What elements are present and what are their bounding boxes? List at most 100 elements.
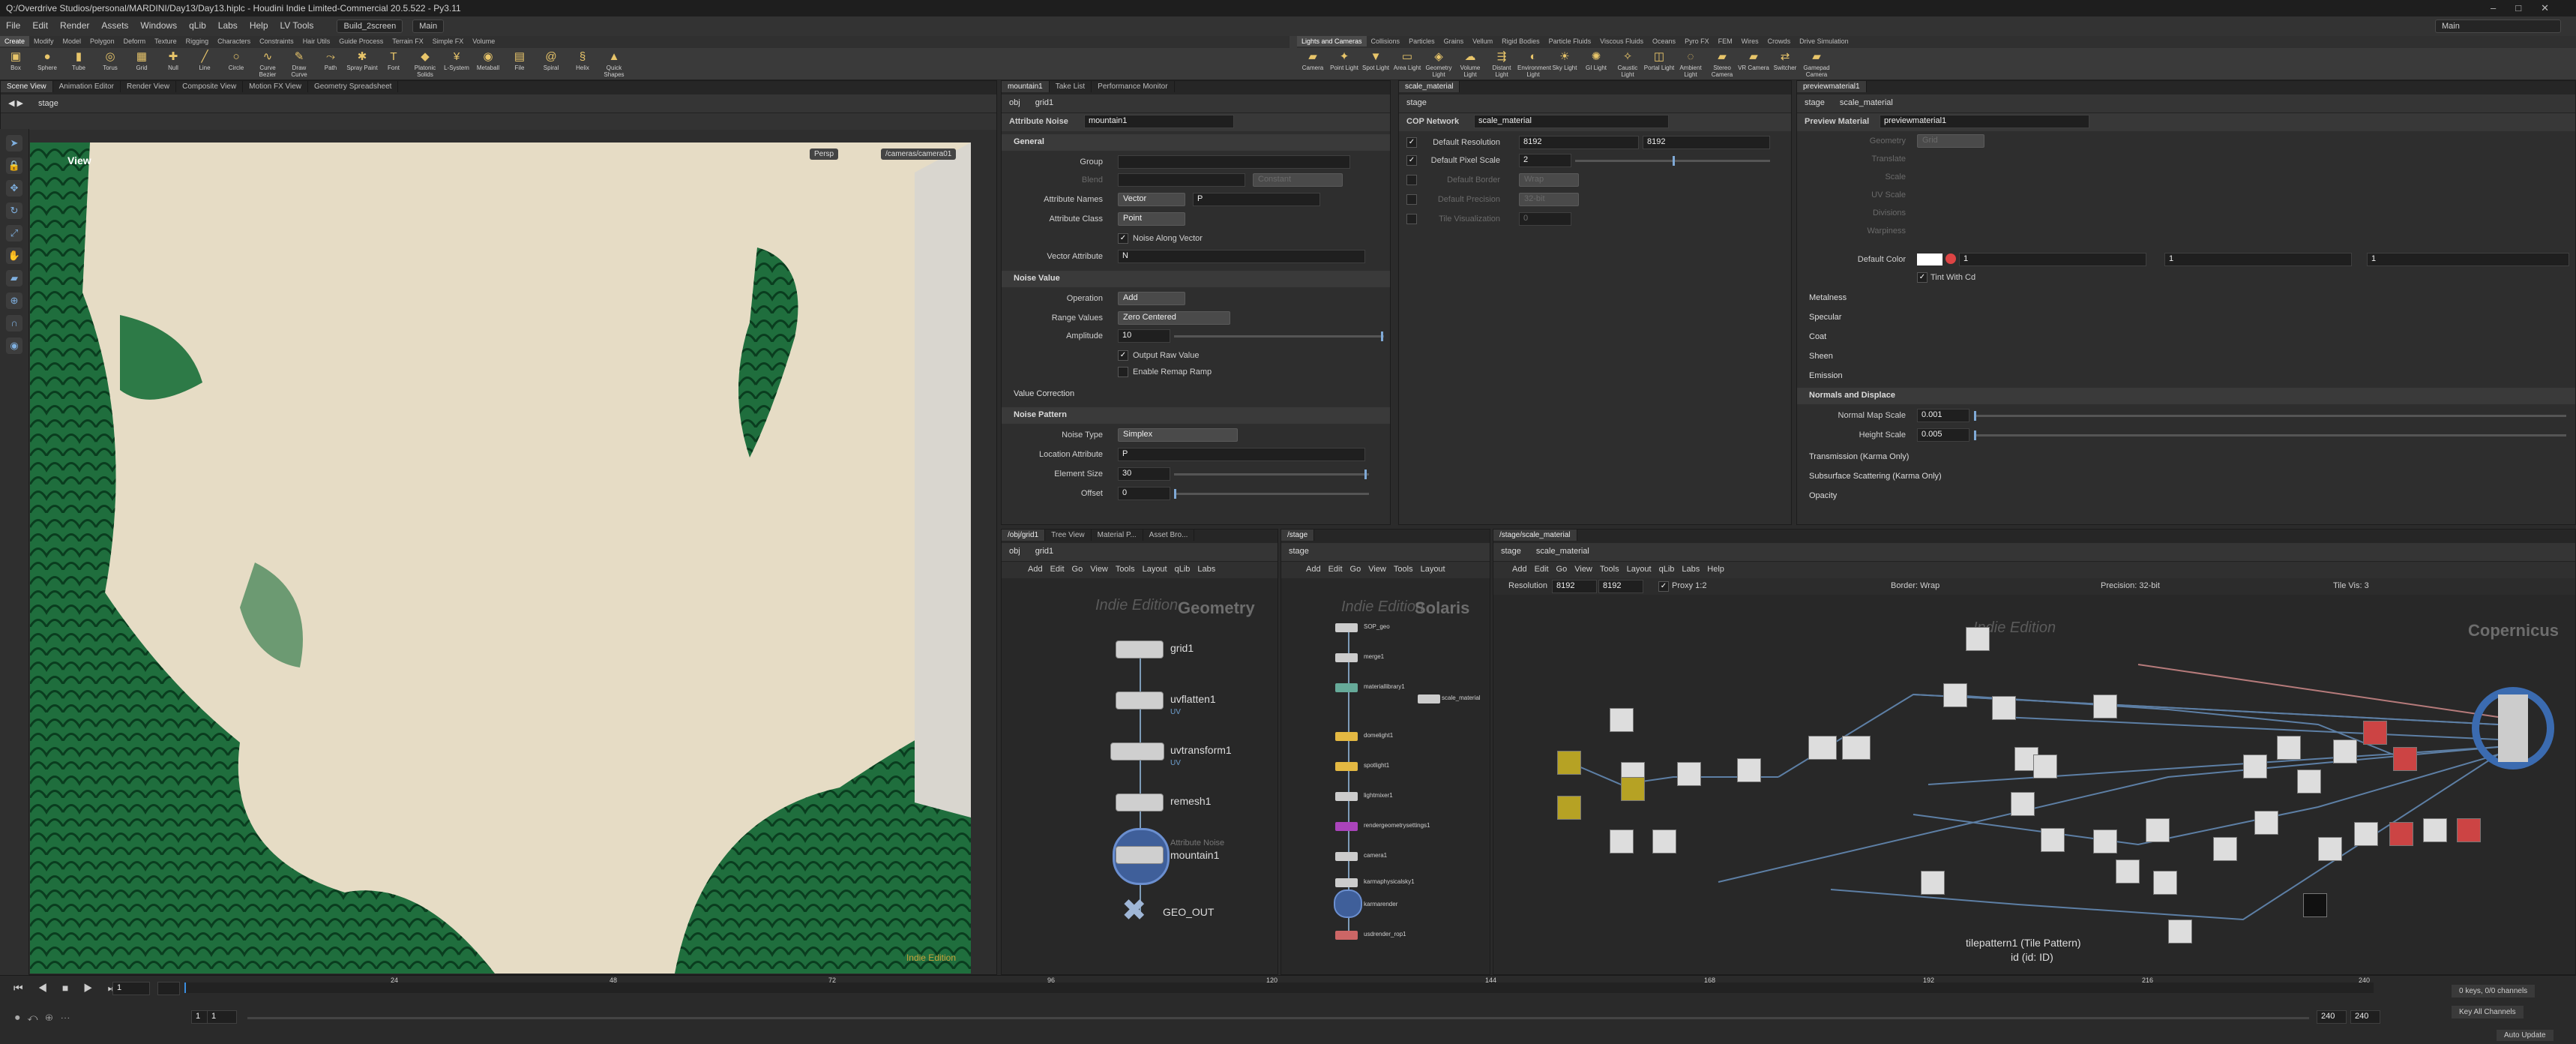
cop-node[interactable] bbox=[1610, 830, 1634, 854]
cop-node[interactable] bbox=[2033, 754, 2057, 778]
shelf-tab[interactable]: Volume bbox=[468, 36, 499, 46]
tool-area-light[interactable]: ▭ Area Light bbox=[1391, 50, 1423, 71]
node-remesh1[interactable] bbox=[1116, 794, 1164, 812]
section-emission[interactable]: Emission bbox=[1797, 368, 2575, 385]
group-field[interactable] bbox=[1118, 155, 1350, 169]
move-icon[interactable]: ✥ bbox=[6, 180, 22, 196]
tool-line[interactable]: ╱ Line bbox=[189, 50, 220, 71]
cop-node[interactable] bbox=[1808, 736, 1837, 760]
shelf-tab[interactable]: FEM bbox=[1714, 36, 1737, 46]
frame-marker[interactable] bbox=[157, 982, 180, 995]
color-picker-icon[interactable] bbox=[1945, 254, 1956, 264]
node-mountain1[interactable] bbox=[1116, 846, 1164, 864]
shelf-tab[interactable]: Wires bbox=[1737, 36, 1763, 46]
noise-along-vector-checkbox[interactable]: ✓ bbox=[1118, 233, 1128, 244]
operation-menu[interactable]: Add bbox=[1118, 292, 1185, 305]
tool-sphere[interactable]: ● Sphere bbox=[31, 50, 63, 71]
cop-node[interactable] bbox=[2254, 811, 2278, 835]
tool-curve-bezier[interactable]: ∿ Curve Bezier bbox=[252, 50, 283, 78]
tab-previewmaterial1[interactable]: previewmaterial1 bbox=[1797, 81, 1867, 92]
tool-gi-light[interactable]: ✺ GI Light bbox=[1580, 50, 1612, 71]
timeline-tools[interactable]: ⏺⤺⊕⋯ bbox=[15, 1012, 77, 1024]
cop-node[interactable] bbox=[2303, 893, 2327, 917]
view-icon[interactable]: ◉ bbox=[6, 338, 22, 354]
camera-menu[interactable]: /cameras/camera01 bbox=[881, 148, 957, 160]
start-frame-field-2[interactable]: 1 bbox=[207, 1010, 237, 1024]
cop-node[interactable] bbox=[2041, 828, 2065, 852]
shelf-tab[interactable]: Guide Process bbox=[334, 36, 388, 46]
tint-checkbox[interactable]: ✓ bbox=[1917, 272, 1928, 283]
branch-selector[interactable]: Main bbox=[412, 20, 445, 33]
cop-node[interactable] bbox=[2389, 822, 2413, 846]
color-b-field[interactable]: 1 bbox=[2367, 253, 2569, 266]
path-stage[interactable]: stage bbox=[31, 95, 66, 112]
tool-lsystem[interactable]: ¥ L-System bbox=[441, 50, 472, 71]
close-icon[interactable]: ✕ bbox=[2541, 2, 2569, 14]
tool-torus[interactable]: ◎ Torus bbox=[94, 50, 126, 71]
res-x-field[interactable]: 8192 bbox=[1519, 136, 1639, 149]
playback-controls[interactable]: ⏮ ◀ ■ ▶ ⏭ bbox=[13, 982, 123, 994]
shelf-tab[interactable]: Modify bbox=[29, 36, 58, 46]
cop-node[interactable] bbox=[1966, 627, 1990, 651]
shelf-tab[interactable]: Collisions bbox=[1367, 36, 1405, 46]
end-frame-field[interactable]: 240 bbox=[2317, 1010, 2347, 1024]
offset-field[interactable]: 0 bbox=[1118, 487, 1170, 500]
tool-tube[interactable]: ▮ Tube bbox=[63, 50, 94, 71]
stage-node[interactable] bbox=[1335, 623, 1358, 632]
section-value-correction[interactable]: Value Correction bbox=[1002, 386, 1390, 403]
tool-spray-paint[interactable]: ✱ Spray Paint bbox=[346, 50, 378, 71]
pixel-scale-field[interactable]: 2 bbox=[1519, 154, 1571, 167]
node-grid1[interactable] bbox=[1116, 640, 1164, 658]
tool-path[interactable]: ⤳ Path bbox=[315, 50, 346, 71]
normal-map-field[interactable]: 0.001 bbox=[1917, 409, 1969, 422]
tool-circle[interactable]: ○ Circle bbox=[220, 50, 252, 71]
pixel-scale-slider[interactable] bbox=[1575, 156, 1770, 166]
stage-node[interactable] bbox=[1335, 762, 1358, 771]
amplitude-slider[interactable] bbox=[1174, 332, 1384, 341]
section-normals-displace[interactable]: Normals and Displace bbox=[1797, 388, 2575, 404]
cop-node[interactable] bbox=[2277, 736, 2301, 760]
tool-stereo-camera[interactable]: ▰ Stereo Camera bbox=[1706, 50, 1738, 78]
end-frame-field-2[interactable]: 240 bbox=[2350, 1010, 2380, 1024]
res-y-field[interactable]: 8192 bbox=[1643, 136, 1770, 149]
shelf-tab[interactable]: Hair Utils bbox=[298, 36, 335, 46]
cop-node[interactable] bbox=[2168, 920, 2192, 944]
amplitude-field[interactable]: 10 bbox=[1118, 329, 1170, 343]
node-uvflatten1[interactable] bbox=[1116, 692, 1164, 710]
key-all-channels-button[interactable]: Key All Channels bbox=[2452, 1006, 2524, 1018]
cop-node[interactable] bbox=[1557, 751, 1581, 775]
stage-node[interactable] bbox=[1335, 732, 1358, 741]
path-grid1[interactable]: grid1 bbox=[1028, 94, 1061, 111]
cop-node[interactable] bbox=[2116, 860, 2140, 884]
stage-node[interactable] bbox=[1335, 683, 1358, 692]
shelf-tab[interactable]: Grains bbox=[1439, 36, 1469, 46]
right-desktop-selector[interactable]: Main bbox=[2435, 20, 2561, 33]
shelf-tab[interactable]: Lights and Cameras bbox=[1297, 36, 1367, 46]
section-coat[interactable]: Coat bbox=[1797, 329, 2575, 346]
tool-grid[interactable]: ▦ Grid bbox=[126, 50, 157, 71]
tool-gamepad-camera[interactable]: ▰ Gamepad Camera bbox=[1801, 50, 1832, 78]
persp-menu[interactable]: Persp bbox=[810, 148, 839, 160]
output-raw-checkbox[interactable]: ✓ bbox=[1118, 350, 1128, 361]
shelf-tab[interactable]: Model bbox=[58, 36, 86, 46]
cop-node[interactable] bbox=[2093, 694, 2117, 718]
tool-sky-light[interactable]: ☀ Sky Light bbox=[1549, 50, 1580, 71]
tab-render-view[interactable]: Render View bbox=[121, 81, 177, 92]
path-obj[interactable]: obj bbox=[1002, 94, 1028, 111]
menu-render[interactable]: Render bbox=[54, 16, 95, 34]
tool-vr-camera[interactable]: ▰ VR Camera bbox=[1738, 50, 1769, 71]
tab-performance-monitor[interactable]: Performance Monitor bbox=[1092, 81, 1175, 92]
tool-camera[interactable]: ▰ Camera bbox=[1297, 50, 1328, 71]
stage-node[interactable] bbox=[1335, 852, 1358, 861]
tool-draw-curve[interactable]: ✎ Draw Curve bbox=[283, 50, 315, 78]
cop-node[interactable] bbox=[2393, 747, 2417, 771]
tool-caustic-light[interactable]: ✧ Caustic Light bbox=[1612, 50, 1643, 78]
border-menu[interactable]: Wrap bbox=[1519, 173, 1579, 187]
tool-point-light[interactable]: ✦ Point Light bbox=[1328, 50, 1360, 71]
cop-node[interactable] bbox=[1652, 830, 1676, 854]
tool-platonic[interactable]: ◆ Platonic Solids bbox=[409, 50, 441, 78]
cop-node[interactable] bbox=[2333, 740, 2357, 764]
section-metalness[interactable]: Metalness bbox=[1797, 290, 2575, 307]
section-transmission[interactable]: Transmission (Karma Only) bbox=[1797, 449, 2575, 466]
minimize-icon[interactable]: – bbox=[2491, 2, 2515, 14]
